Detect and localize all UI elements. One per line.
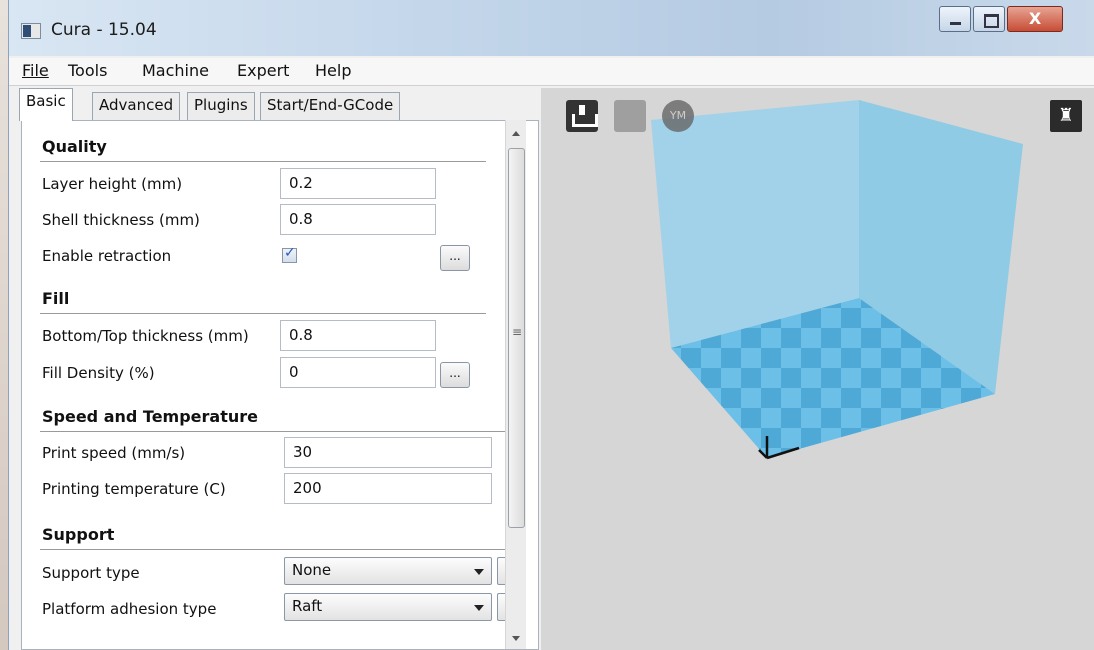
print-icon[interactable] (614, 100, 646, 132)
menu-file[interactable]: File (22, 61, 49, 80)
menu-bar: File Tools Machine Expert Help (9, 58, 1094, 86)
platform-adhesion-select[interactable]: Raft (284, 593, 492, 621)
enable-retraction-label: Enable retraction (42, 247, 172, 265)
title-bar: Cura - 15.04 X (9, 0, 1094, 56)
retraction-more-button[interactable]: ... (440, 245, 470, 271)
close-icon: X (1028, 9, 1042, 28)
menu-help[interactable]: Help (315, 61, 351, 80)
scroll-down-icon[interactable] (506, 629, 527, 649)
support-type-value: None (292, 561, 332, 579)
adhesion-options-button[interactable] (497, 593, 505, 621)
scroll-up-icon[interactable] (506, 124, 527, 144)
divider (40, 313, 486, 314)
support-type-select[interactable]: None (284, 557, 492, 585)
view-mode-icon[interactable]: ♜ (1050, 100, 1082, 132)
printing-temperature-input[interactable]: 200 (284, 473, 492, 504)
fill-more-button[interactable]: ... (440, 362, 470, 388)
settings-panel: Basic Advanced Plugins Start/End-GCode Q… (9, 88, 539, 650)
tab-basic[interactable]: Basic (19, 88, 73, 121)
tab-plugins[interactable]: Plugins (187, 92, 255, 120)
3d-viewport[interactable]: YM ♜ (541, 88, 1094, 650)
print-speed-input[interactable]: 30 (284, 437, 492, 468)
shell-thickness-input[interactable]: 0.8 (280, 204, 436, 235)
load-icon[interactable] (566, 100, 598, 132)
section-fill: Fill (42, 289, 70, 308)
maximize-button[interactable] (973, 6, 1005, 32)
scroll-thumb[interactable] (508, 148, 525, 528)
divider (40, 161, 486, 162)
platform-adhesion-label: Platform adhesion type (42, 600, 217, 618)
layer-height-input[interactable]: 0.2 (280, 168, 436, 199)
menu-machine[interactable]: Machine (142, 61, 209, 80)
settings-scrollbar[interactable] (505, 120, 526, 649)
enable-retraction-checkbox[interactable] (282, 245, 297, 263)
desktop-edge (0, 0, 8, 650)
layer-height-label: Layer height (mm) (42, 175, 183, 193)
close-button[interactable]: X (1007, 6, 1063, 32)
app-window: Cura - 15.04 X File Tools Machine Expert… (8, 0, 1094, 650)
section-support: Support (42, 525, 115, 544)
platform-adhesion-value: Raft (292, 597, 323, 615)
app-icon (21, 23, 41, 39)
fill-density-input[interactable]: 0 (280, 357, 436, 388)
tab-advanced[interactable]: Advanced (92, 92, 181, 120)
section-speed-temperature: Speed and Temperature (42, 407, 258, 426)
support-type-label: Support type (42, 564, 140, 582)
divider (40, 549, 514, 550)
fill-density-label: Fill Density (%) (42, 364, 155, 382)
chevron-down-icon (474, 569, 484, 575)
youmagine-icon[interactable]: YM (662, 100, 694, 132)
printing-temperature-label: Printing temperature (C) (42, 480, 226, 498)
build-volume (651, 100, 1023, 460)
section-quality: Quality (42, 137, 107, 156)
chevron-down-icon (474, 605, 484, 611)
bottom-top-thickness-input[interactable]: 0.8 (280, 320, 436, 351)
menu-tools[interactable]: Tools (68, 61, 107, 80)
tab-start-end-gcode[interactable]: Start/End-GCode (260, 92, 401, 120)
bottom-top-thickness-label: Bottom/Top thickness (mm) (42, 327, 249, 345)
print-speed-label: Print speed (mm/s) (42, 444, 186, 462)
minimize-button[interactable] (939, 6, 971, 32)
divider (40, 431, 514, 432)
window-title: Cura - 15.04 (51, 20, 157, 40)
menu-expert[interactable]: Expert (237, 61, 289, 80)
shell-thickness-label: Shell thickness (mm) (42, 211, 200, 229)
basic-settings: Quality Layer height (mm) 0.2 Shell thic… (21, 120, 539, 650)
support-options-button[interactable] (497, 557, 505, 585)
